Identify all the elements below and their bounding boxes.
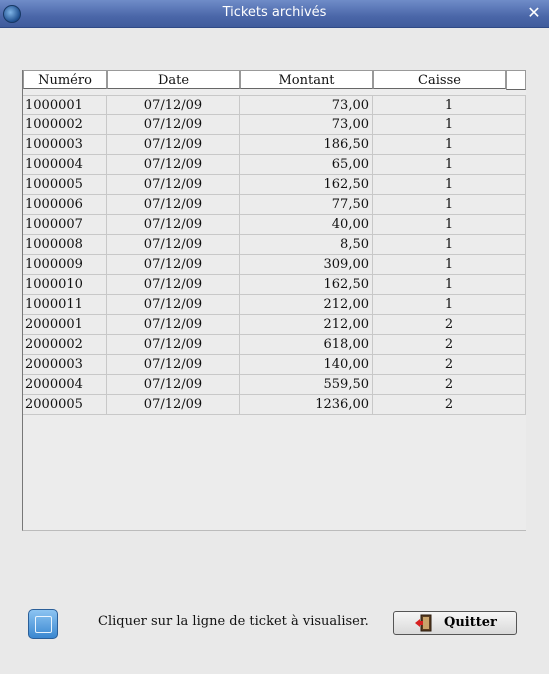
cell-montant: 212,00 [240,295,373,314]
table-row[interactable]: 2000003 07/12/09 140,00 2 [23,355,526,375]
cell-numero: 1000003 [23,135,107,154]
cell-montant: 309,00 [240,255,373,274]
cell-date: 07/12/09 [107,295,240,314]
table-row[interactable]: 1000011 07/12/09 212,00 1 [23,295,526,315]
cell-montant: 1236,00 [240,395,373,414]
cell-date: 07/12/09 [107,155,240,174]
column-header-montant[interactable]: Montant [240,70,373,89]
cell-date: 07/12/09 [107,235,240,254]
close-icon[interactable]: ✕ [525,4,543,22]
cell-date: 07/12/09 [107,96,240,115]
cell-date: 07/12/09 [107,115,240,134]
cell-date: 07/12/09 [107,215,240,234]
cell-caisse: 1 [373,295,526,314]
cell-montant: 73,00 [240,96,373,115]
table-body: 1000001 07/12/09 73,00 1 1000002 07/12/09 73,0… [23,95,526,415]
table-row[interactable]: 1000009 07/12/09 309,00 1 [23,255,526,275]
cell-numero: 2000003 [23,355,107,374]
table-row[interactable]: 1000005 07/12/09 162,50 1 [23,175,526,195]
cell-caisse: 1 [373,115,526,134]
info-icon [28,609,58,639]
table-row[interactable]: 1000006 07/12/09 77,50 1 [23,195,526,215]
table-row[interactable]: 1000010 07/12/09 162,50 1 [23,275,526,295]
cell-numero: 1000009 [23,255,107,274]
cell-montant: 162,50 [240,175,373,194]
cell-date: 07/12/09 [107,395,240,414]
table-row[interactable]: 1000008 07/12/09 8,50 1 [23,235,526,255]
cell-numero: 2000005 [23,395,107,414]
title-bar[interactable]: Tickets archivés ✕ [0,0,549,28]
tickets-table: Numéro Date Montant Caisse 1000001 07/12/… [22,70,526,531]
cell-montant: 186,50 [240,135,373,154]
cell-date: 07/12/09 [107,135,240,154]
cell-caisse: 2 [373,335,526,354]
cell-montant: 140,00 [240,355,373,374]
cell-date: 07/12/09 [107,375,240,394]
hint-text: Cliquer sur la ligne de ticket à visuali… [98,614,369,629]
exit-door-icon [415,614,432,632]
window-title: Tickets archivés [222,5,327,20]
cell-caisse: 1 [373,155,526,174]
cell-date: 07/12/09 [107,255,240,274]
table-row[interactable]: 1000004 07/12/09 65,00 1 [23,155,526,175]
cell-date: 07/12/09 [107,335,240,354]
cell-date: 07/12/09 [107,275,240,294]
table-row[interactable]: 2000004 07/12/09 559,50 2 [23,375,526,395]
cell-numero: 1000007 [23,215,107,234]
quit-label: Quitter [444,615,497,630]
table-row[interactable]: 1000007 07/12/09 40,00 1 [23,215,526,235]
cell-numero: 2000002 [23,335,107,354]
table-row[interactable]: 1000001 07/12/09 73,00 1 [23,95,526,115]
cell-montant: 77,50 [240,195,373,214]
cell-caisse: 1 [373,175,526,194]
cell-caisse: 1 [373,255,526,274]
cell-numero: 2000004 [23,375,107,394]
cell-caisse: 1 [373,135,526,154]
column-header-caisse[interactable]: Caisse [373,70,506,89]
cell-caisse: 1 [373,195,526,214]
cell-numero: 1000010 [23,275,107,294]
cell-numero: 2000001 [23,315,107,334]
cell-numero: 1000005 [23,175,107,194]
cell-montant: 8,50 [240,235,373,254]
cell-caisse: 1 [373,235,526,254]
cell-numero: 1000008 [23,235,107,254]
cell-caisse: 2 [373,355,526,374]
cell-date: 07/12/09 [107,355,240,374]
cell-caisse: 2 [373,395,526,414]
column-header-date[interactable]: Date [107,70,240,89]
cell-montant: 65,00 [240,155,373,174]
table-row[interactable]: 2000005 07/12/09 1236,00 2 [23,395,526,415]
cell-caisse: 2 [373,375,526,394]
table-header: Numéro Date Montant Caisse [23,70,526,90]
cell-caisse: 1 [373,275,526,294]
cell-montant: 73,00 [240,115,373,134]
quit-button[interactable]: Quitter [393,611,517,635]
cell-caisse: 1 [373,96,526,115]
cell-montant: 40,00 [240,215,373,234]
cell-montant: 559,50 [240,375,373,394]
cell-date: 07/12/09 [107,175,240,194]
cell-montant: 618,00 [240,335,373,354]
cell-numero: 1000006 [23,195,107,214]
header-corner [506,70,526,90]
cell-montant: 162,50 [240,275,373,294]
cell-caisse: 1 [373,215,526,234]
cell-numero: 1000004 [23,155,107,174]
cell-numero: 1000011 [23,295,107,314]
column-header-numero[interactable]: Numéro [23,70,107,89]
cell-numero: 1000002 [23,115,107,134]
cell-montant: 212,00 [240,315,373,334]
table-row[interactable]: 2000001 07/12/09 212,00 2 [23,315,526,335]
cell-caisse: 2 [373,315,526,334]
table-row[interactable]: 1000002 07/12/09 73,00 1 [23,115,526,135]
cell-date: 07/12/09 [107,315,240,334]
table-row[interactable]: 1000003 07/12/09 186,50 1 [23,135,526,155]
cell-numero: 1000001 [23,96,107,115]
cell-date: 07/12/09 [107,195,240,214]
table-row[interactable]: 2000002 07/12/09 618,00 2 [23,335,526,355]
